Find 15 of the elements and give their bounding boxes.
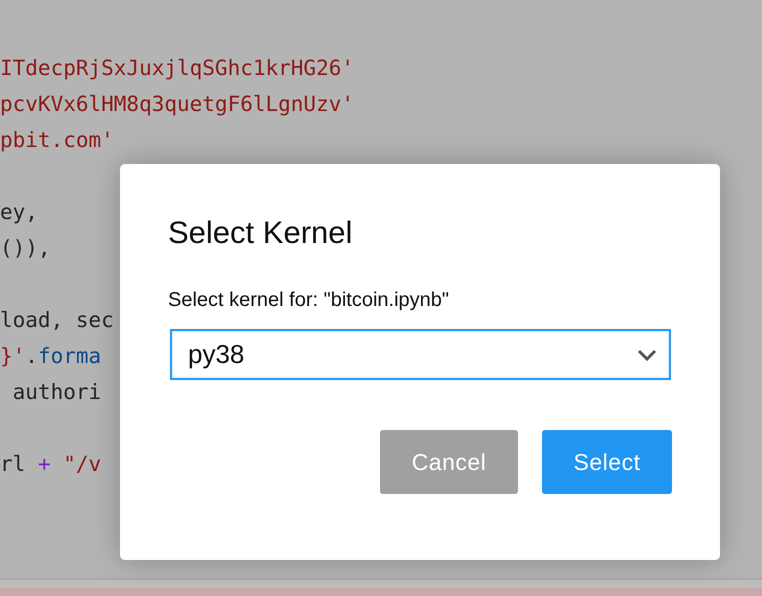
cancel-button[interactable]: Cancel xyxy=(380,430,518,494)
code-line: }'.forma xyxy=(0,343,102,370)
code-line: authori xyxy=(12,379,102,406)
code-line: pcvKVx6lHM8q3quetgF6lLgnUzv' xyxy=(0,91,354,118)
select-button[interactable]: Select xyxy=(542,430,672,494)
code-line: ITdecpRjSxJuxjlqSGhc1krHG26' xyxy=(0,55,354,82)
dialog-title: Select Kernel xyxy=(168,214,354,252)
code-line: load, sec xyxy=(0,307,114,334)
kernel-select[interactable]: py38 xyxy=(170,329,671,380)
code-line: rl + "/v xyxy=(0,451,102,478)
code-line: ()), xyxy=(0,235,51,262)
chevron-down-icon xyxy=(637,349,657,362)
code-line: pbit.com' xyxy=(0,127,114,154)
dialog-label: Select kernel for: "bitcoin.ipynb" xyxy=(168,288,450,314)
code-line: ey, xyxy=(0,199,38,226)
